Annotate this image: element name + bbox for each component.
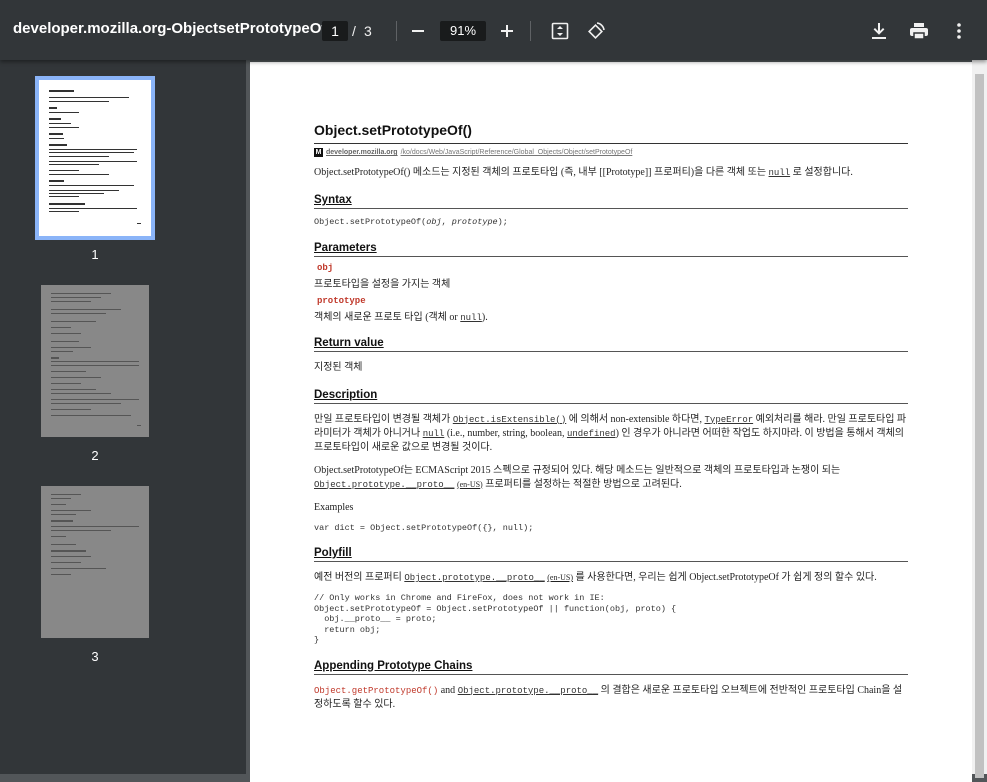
text-span: 만일 프로토타입이 변경될 객체가 xyxy=(314,413,453,425)
param-prototype-name: prototype xyxy=(317,295,366,306)
proto-link[interactable]: Object.prototype.__proto__ xyxy=(458,686,598,696)
page-total: 3 xyxy=(364,23,372,39)
param-prototype-desc: 객체의 새로운 프로토 타입 (객체 or null). xyxy=(314,308,908,323)
page-thumbnail-3[interactable]: 3 xyxy=(35,486,155,664)
proto-link[interactable]: Object.prototype.__proto__ xyxy=(314,480,454,490)
zoom-out-icon[interactable] xyxy=(411,24,425,38)
text-span: ). xyxy=(481,311,488,323)
current-page-input[interactable]: 1 xyxy=(322,21,348,41)
undefined-link[interactable]: undefined xyxy=(567,429,616,439)
zoom-level-input[interactable]: 91% xyxy=(440,21,486,41)
text-span: 예전 버전의 프로퍼티 xyxy=(314,572,405,583)
code-span: , xyxy=(441,217,452,227)
return-value-heading: Return value xyxy=(314,337,908,352)
document-viewer[interactable]: Object.setPrototypeOf() M developer.mozi… xyxy=(246,60,987,782)
download-icon[interactable] xyxy=(871,22,887,40)
polyfill-code: // Only works in Chrome and FireFox, doe… xyxy=(314,593,677,645)
source-link[interactable]: M developer.mozilla.org/ko/docs/Web/Java… xyxy=(314,148,908,157)
document-title: developer.mozilla.org-ObjectsetPrototype… xyxy=(13,20,344,37)
thumbnail-page-number: 3 xyxy=(91,649,99,664)
toolbar-divider xyxy=(530,21,531,41)
en-us-link[interactable]: (en-US) xyxy=(457,480,483,489)
syntax-code: Object.setPrototypeOf(obj, prototype); xyxy=(314,217,908,228)
fit-to-page-icon[interactable] xyxy=(551,22,569,40)
intro-paragraph: Object.setPrototypeOf() 메소드는 지정된 객체의 프로토… xyxy=(314,166,908,180)
page-thumbnail-1[interactable]: 1 xyxy=(35,76,155,262)
pdf-page: Object.setPrototypeOf() M developer.mozi… xyxy=(250,62,972,782)
pdf-toolbar: developer.mozilla.org-ObjectsetPrototype… xyxy=(0,0,987,60)
text-span: 를 사용한다면, 우리는 쉽게 Object.setPrototypeOf 가 … xyxy=(573,572,877,583)
text-span: and xyxy=(438,684,458,696)
null-link[interactable]: null xyxy=(769,168,791,178)
source-path: /ko/docs/Web/JavaScript/Reference/Global… xyxy=(400,149,633,156)
page-content: Object.setPrototypeOf() M developer.mozi… xyxy=(314,122,908,712)
return-value-desc: 지정된 객체 xyxy=(314,361,363,373)
more-options-icon[interactable] xyxy=(956,23,962,39)
text-span: 로 설정합니다. xyxy=(790,167,853,178)
proto-link[interactable]: Object.prototype.__proto__ xyxy=(404,573,544,583)
thumbnail-image xyxy=(41,486,149,638)
rotate-icon[interactable] xyxy=(586,21,606,41)
prototype-chains-paragraph: Object.getPrototypeOf() and Object.proto… xyxy=(314,684,908,712)
heading-text: Syntax xyxy=(314,194,352,206)
zoom-in-icon[interactable] xyxy=(500,24,514,38)
heading-text: Polyfill xyxy=(314,547,352,559)
scrollbar-thumb[interactable] xyxy=(975,74,984,778)
code-span: obj xyxy=(426,217,442,227)
parameters-heading: Parameters xyxy=(314,242,908,257)
page-thumbnail-2[interactable]: 2 xyxy=(35,285,155,463)
ecmascript-paragraph: Object.setPrototypeOf는 ECMAScript 2015 스… xyxy=(314,464,908,492)
syntax-heading: Syntax xyxy=(314,194,908,209)
examples-label: Examples xyxy=(314,501,354,513)
text-span: 프로퍼티를 설정하는 적절한 방법으로 고려된다. xyxy=(482,478,682,490)
text-span: Object.setPrototypeOf() 메소드는 지정된 객체의 프로토… xyxy=(314,167,769,178)
code-span: Object.setPrototypeOf( xyxy=(314,217,427,227)
code-span: prototype xyxy=(451,217,498,227)
polyfill-paragraph: 예전 버전의 프로퍼티 Object.prototype.__proto__ (… xyxy=(314,571,908,585)
typeerror-link[interactable]: TypeError xyxy=(705,415,754,425)
thumbnail-page-number: 1 xyxy=(91,247,99,262)
page-title: Object.setPrototypeOf() xyxy=(314,122,908,144)
text-span: Object.setPrototypeOf는 ECMAScript 2015 스… xyxy=(314,464,841,476)
param-obj-desc: 프로토타입을 설정을 가지는 객체 xyxy=(314,278,451,290)
heading-text: Return value xyxy=(314,336,384,349)
thumbnail-sidebar: 1 2 3 xyxy=(0,60,246,774)
heading-text: Parameters xyxy=(314,241,377,254)
vertical-scrollbar[interactable] xyxy=(972,60,987,778)
en-us-link[interactable]: (en-US) xyxy=(547,573,573,582)
text-span: 객체의 새로운 프로토 타입 (객체 or xyxy=(314,311,461,323)
param-obj-name: obj xyxy=(317,262,334,273)
source-domain: developer.mozilla.org xyxy=(326,149,398,156)
description-heading: Description xyxy=(314,389,908,404)
prototype-chains-heading: Appending Prototype Chains xyxy=(314,660,908,675)
polyfill-heading: Polyfill xyxy=(314,547,908,562)
thumbnail-image xyxy=(35,76,155,240)
heading-text: Appending Prototype Chains xyxy=(314,659,473,672)
null-link[interactable]: null xyxy=(460,313,482,323)
example-code: var dict = Object.setPrototypeOf({}, nul… xyxy=(314,522,534,533)
print-icon[interactable] xyxy=(909,23,929,39)
text-span: 에 의해서 non-extensible 하다면, xyxy=(566,413,705,425)
getprototypeof-link[interactable]: Object.getPrototypeOf() xyxy=(314,686,438,696)
text-span: (i.e., number, string, boolean, xyxy=(444,427,567,439)
code-span: ); xyxy=(497,217,508,227)
isextensible-link[interactable]: Object.isExtensible() xyxy=(453,415,566,425)
description-paragraph: 만일 프로토타입이 변경될 객체가 Object.isExtensible() … xyxy=(314,413,908,455)
toolbar-divider xyxy=(396,21,397,41)
mdn-logo-icon: M xyxy=(314,148,323,157)
heading-text: Description xyxy=(314,388,378,401)
thumbnail-page-number: 2 xyxy=(91,448,99,463)
null-link[interactable]: null xyxy=(423,429,445,439)
page-separator: / xyxy=(352,23,356,39)
thumbnail-image xyxy=(41,285,149,437)
